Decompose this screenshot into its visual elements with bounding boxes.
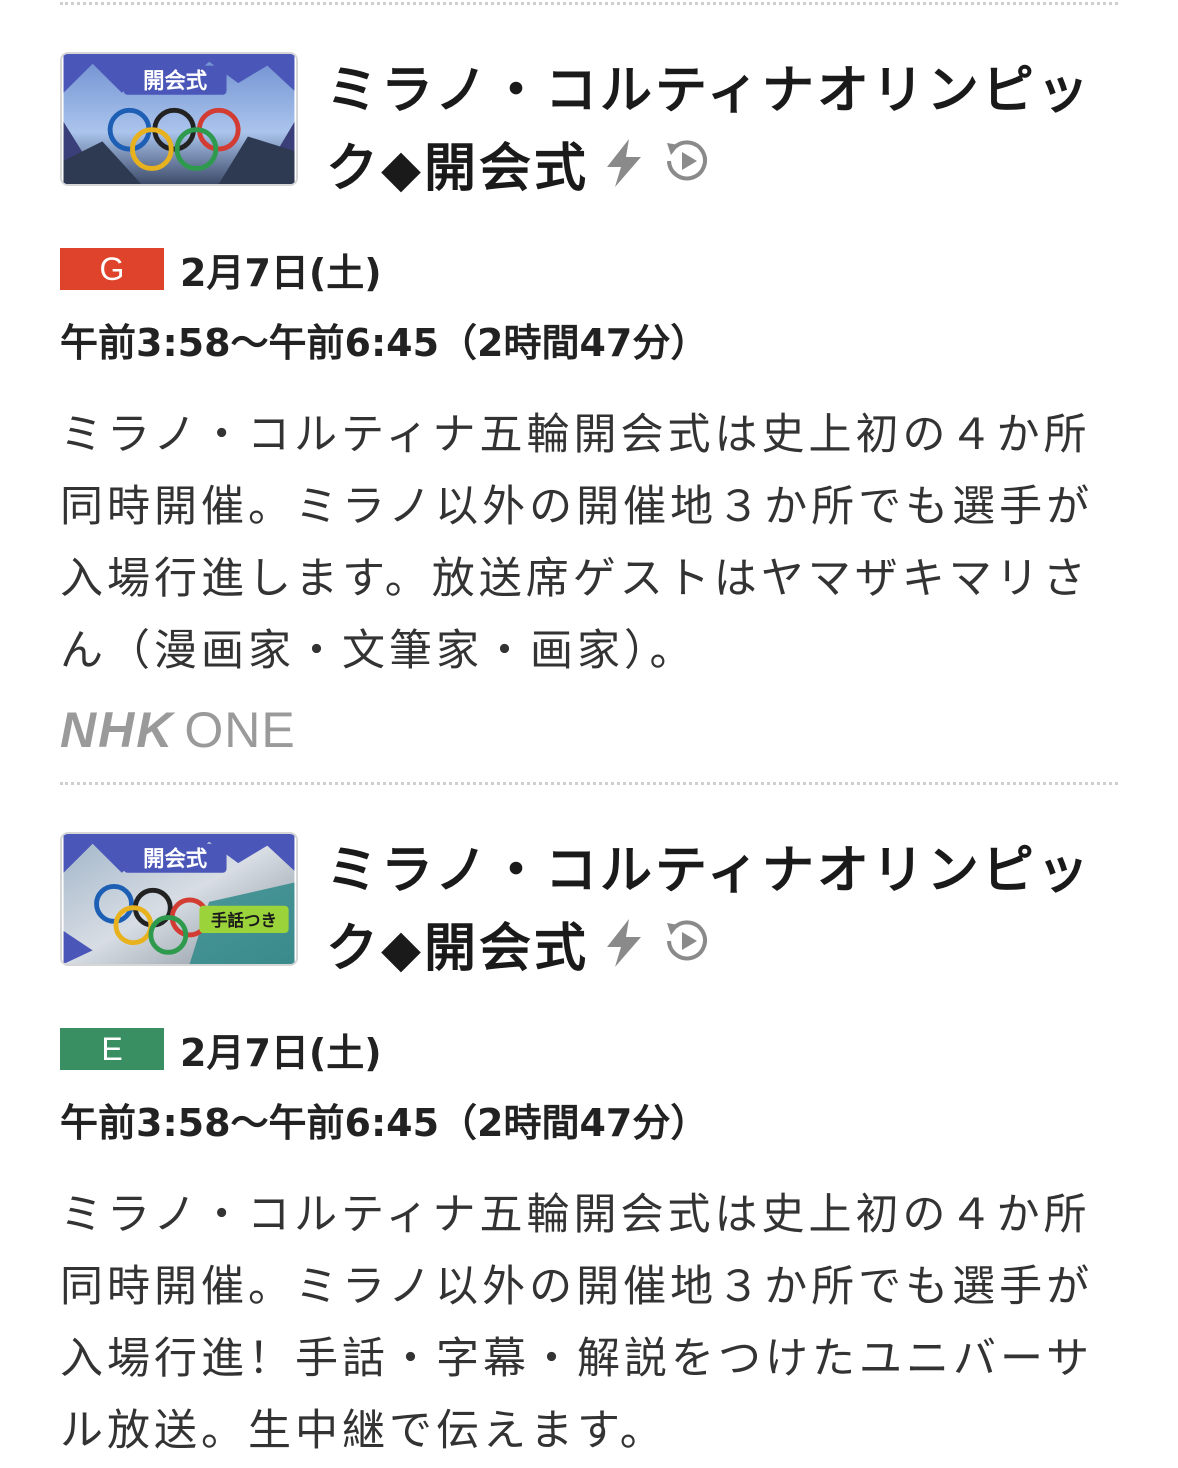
sign-language-badge: 手話つき <box>211 910 277 930</box>
olympic-rings-sign-language-image: 開会式 手話つき <box>63 834 295 964</box>
program-item[interactable]: 開会式 手話つき ミラノ・コルティナオリンピック◆開会式 E 2月7日(土) 午… <box>60 832 1118 1467</box>
nhk-logo-text: NHK <box>60 702 175 758</box>
air-date: 2月7日(土) <box>180 250 382 295</box>
one-logo-text: ONE <box>184 702 296 758</box>
air-time: 午前3:58〜午前6:45（2時間47分） <box>60 1101 709 1145</box>
channel-badge: G <box>60 248 164 290</box>
lightning-icon <box>599 913 649 991</box>
lightning-icon <box>599 133 649 211</box>
replay-play-icon[interactable] <box>659 133 715 211</box>
olympic-rings-image: 開会式 <box>63 54 295 184</box>
thumbnail-label: 開会式 <box>143 846 208 872</box>
channel-badge: E <box>60 1028 164 1070</box>
program-description: ミラノ・コルティナ五輪開会式は史上初の４か所同時開催。ミラノ以外の開催地３か所で… <box>60 1190 1094 1456</box>
program-thumbnail[interactable]: 開会式 手話つき <box>60 832 298 966</box>
replay-play-icon[interactable] <box>659 913 715 991</box>
program-item[interactable]: 開会式 ミラノ・コルティナオリンピック◆開会式 G 2月7日(土) 午前3:58… <box>60 52 1118 759</box>
top-divider <box>60 2 1118 5</box>
air-time: 午前3:58〜午前6:45（2時間47分） <box>60 321 709 365</box>
thumbnail-label: 開会式 <box>143 68 208 94</box>
section-divider <box>60 782 1118 785</box>
program-thumbnail[interactable]: 開会式 <box>60 52 298 186</box>
program-description: ミラノ・コルティナ五輪開会式は史上初の４か所同時開催。ミラノ以外の開催地３か所で… <box>60 410 1094 676</box>
nhk-one-logo[interactable]: NHK ONE <box>60 701 1118 759</box>
air-date: 2月7日(土) <box>180 1030 382 1075</box>
